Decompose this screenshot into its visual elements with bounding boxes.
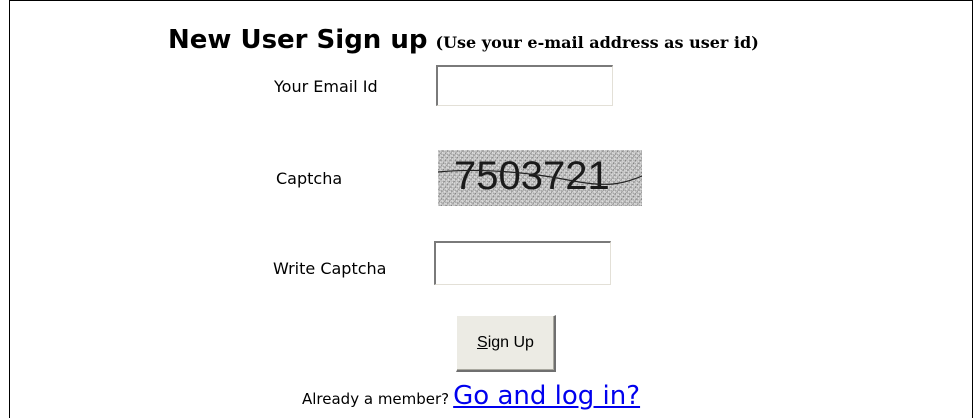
already-member-text: Already a member? <box>302 390 450 408</box>
email-input[interactable] <box>436 65 613 106</box>
captcha-image: 7503721 <box>438 150 642 206</box>
sign-up-mnemonic: S <box>477 334 488 351</box>
sign-up-label: ign Up <box>487 334 534 351</box>
write-captcha-label: Write Captcha <box>273 259 387 278</box>
sign-up-button[interactable]: Sign Up <box>456 315 556 372</box>
title-subtitle: (Use your e-mail address as user id) <box>435 33 759 52</box>
write-captcha-input[interactable] <box>434 241 611 285</box>
login-prompt: Already a member? Go and log in? <box>302 381 640 411</box>
captcha-label: Captcha <box>276 169 343 188</box>
login-link[interactable]: Go and log in? <box>453 381 640 411</box>
signup-panel: New User Sign up (Use your e-mail address… <box>9 0 973 418</box>
title-main: New User Sign up <box>168 25 428 55</box>
email-label: Your Email Id <box>274 77 378 96</box>
page-title: New User Sign up (Use your e-mail address… <box>168 25 759 55</box>
captcha-noise-line <box>438 169 642 185</box>
